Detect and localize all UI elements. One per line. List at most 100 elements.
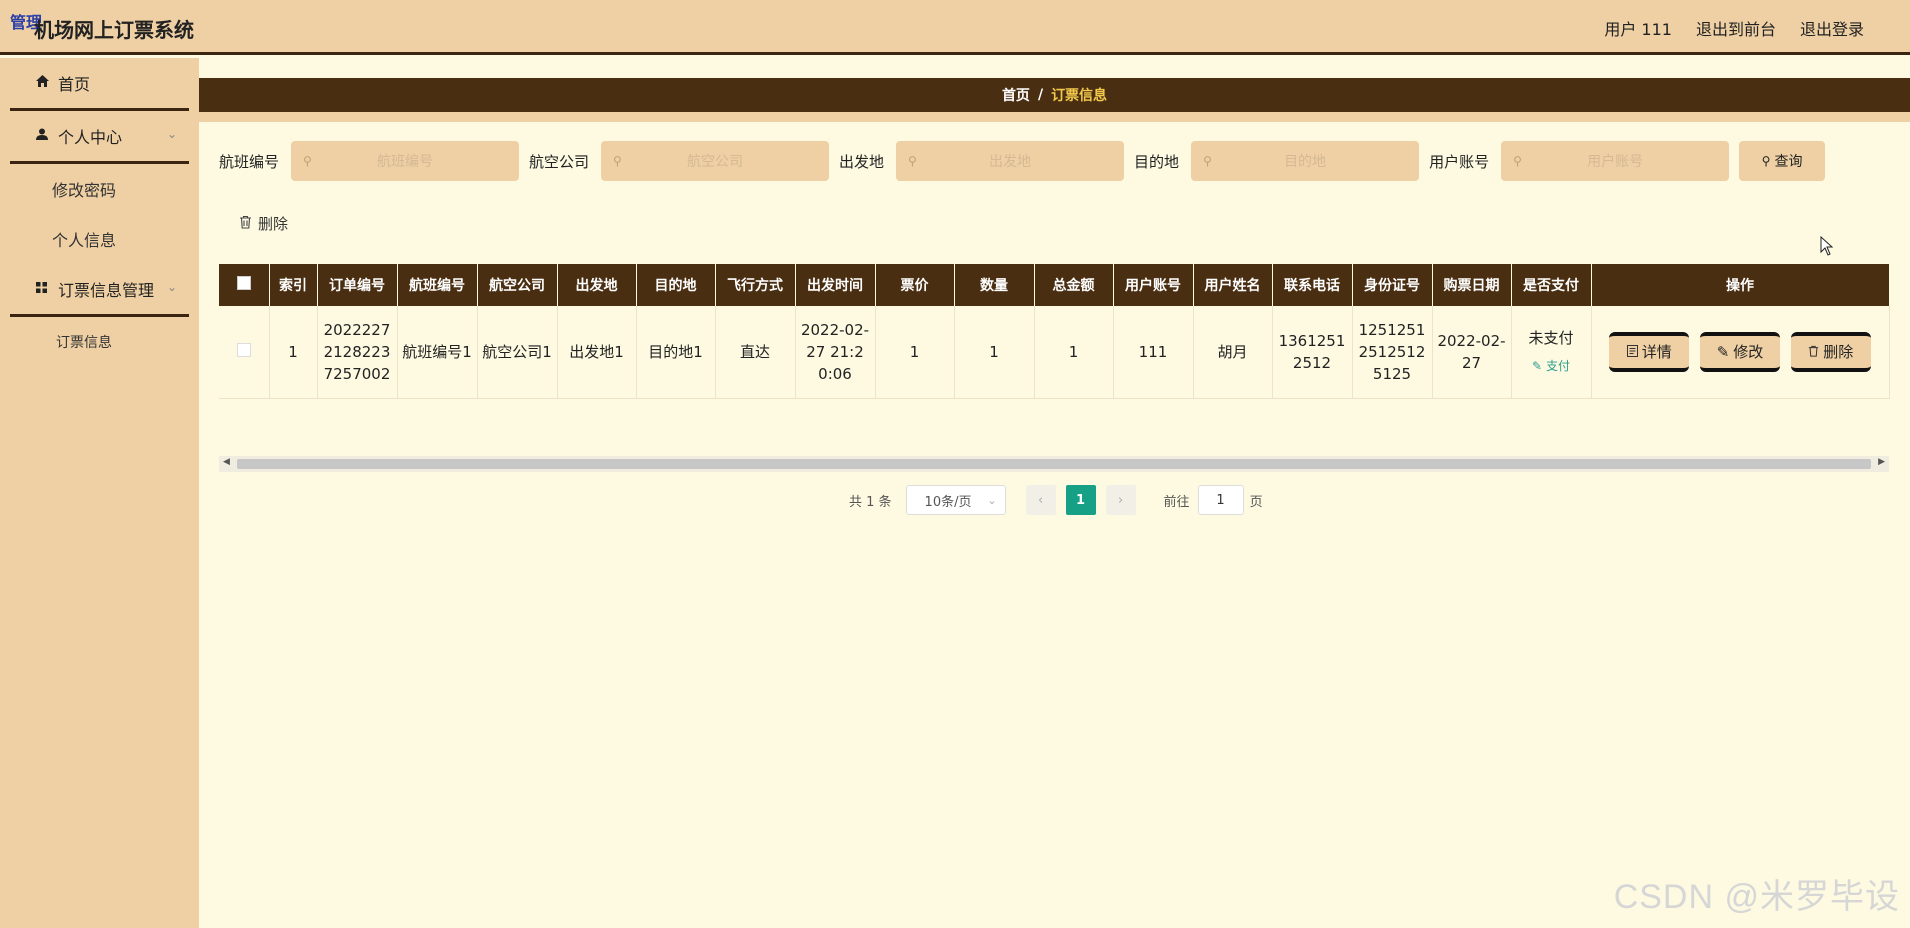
trash-icon xyxy=(1808,341,1819,363)
detail-button-label: 详情 xyxy=(1641,342,1672,361)
column-header: 订单编号 xyxy=(317,264,398,306)
table-header-row: 索引 订单编号 航班编号 航空公司 出发地 目的地 飞行方式 出发时间 票价 数… xyxy=(219,264,1890,306)
account-label: 用户账号 xyxy=(1429,152,1490,171)
breadcrumb-home[interactable]: 首页 xyxy=(1002,85,1030,105)
detail-button[interactable]: 详情 xyxy=(1609,331,1690,372)
scrollbar-thumb[interactable] xyxy=(237,459,1871,469)
pagination: 共 1 条 10条/页 ⌄ ‹ 1 › 前往 1 页 xyxy=(849,485,1263,515)
edit-button[interactable]: ✎ 修改 xyxy=(1700,331,1780,372)
chevron-right-icon: › xyxy=(1117,492,1124,508)
column-header: 出发地 xyxy=(557,264,637,306)
batch-delete-button[interactable]: 删除 xyxy=(239,213,288,234)
sidebar-item-home[interactable]: 首页 xyxy=(0,58,199,108)
next-page-button[interactable]: › xyxy=(1105,485,1136,515)
batch-delete-label: 删除 xyxy=(258,215,289,233)
search-button[interactable]: ⚲ 查询 xyxy=(1739,141,1826,181)
sidebar-item-personal-info[interactable]: 个人信息 xyxy=(0,214,199,264)
flight-no-input[interactable]: ⚲ 航班编号 xyxy=(291,141,520,181)
logout-link[interactable]: 退出登录 xyxy=(1800,16,1864,40)
back-to-front-link[interactable]: 退出到前台 xyxy=(1696,16,1776,40)
chevron-left-icon: ‹ xyxy=(1037,492,1044,508)
page-size-value: 10条/页 xyxy=(924,494,972,510)
sidebar-item-label: 首页 xyxy=(58,75,91,94)
sidebar-item-booking-mgmt[interactable]: 订票信息管理 ⌄ xyxy=(0,264,199,314)
column-header: 购票日期 xyxy=(1432,264,1512,306)
sidebar-item-label: 订票信息管理 xyxy=(58,281,155,300)
cell-phone: 13612512512 xyxy=(1272,306,1353,399)
app-title: 机场网上订票系统 xyxy=(34,18,194,42)
cell-account: 111 xyxy=(1113,306,1194,399)
cell-total: 1 xyxy=(1034,306,1114,399)
placeholder: 出发地 xyxy=(989,154,1032,170)
breadcrumb-separator: / xyxy=(1037,87,1044,103)
cell-actions: 详情 ✎ 修改 删除 xyxy=(1591,306,1890,399)
table-row: 1 202222721282237257002 航班编号1 航空公司1 出发地1… xyxy=(219,306,1890,399)
edit-button-label: 修改 xyxy=(1733,342,1764,361)
airline-input[interactable]: ⚲ 航空公司 xyxy=(601,141,830,181)
cell-index: 1 xyxy=(269,306,318,399)
goto-page-input[interactable]: 1 xyxy=(1197,485,1244,515)
scroll-left-icon[interactable]: ◀ xyxy=(223,457,230,467)
sidebar: 首页 个人中心 ⌄ 修改密码 个人信息 订票信息管理 ⌄ 订票信息 xyxy=(0,58,199,928)
cell-flight-type: 直达 xyxy=(715,306,796,399)
cell-airline: 航空公司1 xyxy=(477,306,558,399)
search-button-label: 查询 xyxy=(1774,154,1803,170)
top-strip xyxy=(199,58,1910,78)
cell-id-no: 125125125125125125 xyxy=(1352,306,1433,399)
edit-icon: ✎ xyxy=(1532,358,1543,373)
cell-order-no: 202222721282237257002 xyxy=(317,306,398,399)
placeholder: 航班编号 xyxy=(377,154,434,170)
mouse-cursor-icon xyxy=(1820,235,1834,261)
pay-link-label: 支付 xyxy=(1545,358,1570,373)
trash-icon xyxy=(239,215,252,233)
column-header: 用户账号 xyxy=(1113,264,1194,306)
column-header: 出发时间 xyxy=(795,264,876,306)
scroll-right-icon[interactable]: ▶ xyxy=(1878,457,1885,467)
watermark: CSDN @米罗毕设 xyxy=(1613,878,1900,916)
column-header: 航班编号 xyxy=(397,264,478,306)
origin-input[interactable]: ⚲ 出发地 xyxy=(896,141,1125,181)
cell-destination: 目的地1 xyxy=(636,306,716,399)
origin-label: 出发地 xyxy=(839,152,885,171)
account-input[interactable]: ⚲ 用户账号 xyxy=(1501,141,1730,181)
goto-label: 前往 xyxy=(1163,494,1190,510)
sidebar-item-personal-center[interactable]: 个人中心 ⌄ xyxy=(0,111,199,161)
destination-input[interactable]: ⚲ 目的地 xyxy=(1191,141,1420,181)
grid-icon xyxy=(36,281,58,297)
row-checkbox[interactable] xyxy=(236,342,251,357)
cell-buy-date: 2022-02-27 xyxy=(1432,306,1512,399)
column-header: 身份证号 xyxy=(1352,264,1433,306)
select-all-checkbox[interactable] xyxy=(236,276,251,290)
column-header: 操作 xyxy=(1591,264,1890,306)
document-icon xyxy=(1626,341,1638,363)
sidebar-item-label: 个人中心 xyxy=(58,128,123,147)
cell-depart-time: 2022-02-27 21:20:06 xyxy=(795,306,876,399)
cell-origin: 出发地1 xyxy=(557,306,637,399)
main-content: 首页 / 订票信息 航班编号 ⚲ 航班编号 航空公司 ⚲ 航空公司 出发地 ⚲ … xyxy=(199,58,1910,928)
placeholder: 航空公司 xyxy=(687,154,744,170)
home-icon xyxy=(36,75,58,91)
column-header: 目的地 xyxy=(636,264,716,306)
cell-paid: 未支付 ✎ 支付 xyxy=(1511,306,1592,399)
page-size-select[interactable]: 10条/页 ⌄ xyxy=(905,485,1006,515)
delete-button[interactable]: 删除 xyxy=(1790,331,1871,372)
sidebar-item-booking-info[interactable]: 订票信息 xyxy=(0,317,199,367)
cell-flight-no: 航班编号1 xyxy=(397,306,478,399)
row-select-cell[interactable] xyxy=(219,306,270,399)
chevron-down-icon: ⌄ xyxy=(987,493,997,507)
horizontal-scrollbar[interactable]: ◀ ▶ xyxy=(219,456,1889,472)
column-header: 用户姓名 xyxy=(1193,264,1273,306)
airline-label: 航空公司 xyxy=(529,152,590,171)
cell-quantity: 1 xyxy=(954,306,1035,399)
column-header: 票价 xyxy=(875,264,955,306)
user-icon xyxy=(36,128,58,144)
paid-status: 未支付 xyxy=(1528,328,1574,347)
select-all-cell[interactable] xyxy=(219,264,270,306)
cell-name: 胡月 xyxy=(1193,306,1273,399)
page-number-current[interactable]: 1 xyxy=(1065,485,1096,515)
pay-link[interactable]: ✎ 支付 xyxy=(1516,355,1587,377)
breadcrumb: 首页 / 订票信息 xyxy=(199,78,1910,122)
sidebar-item-change-password[interactable]: 修改密码 xyxy=(0,164,199,214)
prev-page-button[interactable]: ‹ xyxy=(1025,485,1056,515)
user-label: 用户 111 xyxy=(1604,20,1672,39)
